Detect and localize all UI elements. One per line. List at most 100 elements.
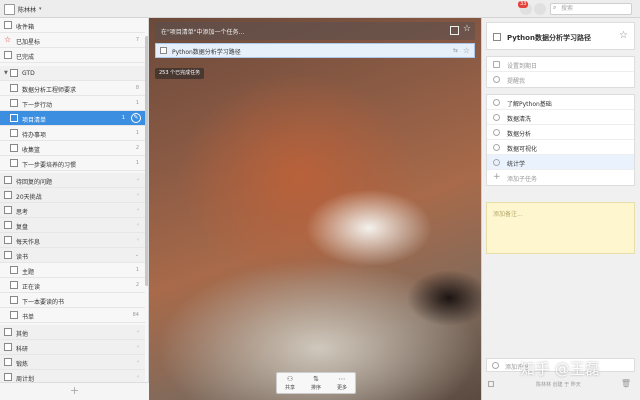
list-icon bbox=[10, 99, 18, 107]
task-row[interactable]: Python数据分析学习路径 ⇆ ☆ bbox=[155, 43, 475, 58]
list-icon bbox=[10, 311, 18, 319]
task-title: Python数据分析学习路径 bbox=[172, 49, 241, 56]
add-subtask-row[interactable]: + 添加子任务 bbox=[487, 170, 634, 185]
folder-icon bbox=[4, 373, 12, 381]
sidebar-item-label: 每天作息 bbox=[16, 239, 41, 246]
sidebar-item-label: 科研 bbox=[16, 346, 29, 353]
list-icon bbox=[10, 129, 18, 137]
sidebar-item-label: 下一本要读的书 bbox=[22, 299, 65, 306]
task-checkbox[interactable] bbox=[493, 33, 501, 41]
list-view-icon[interactable] bbox=[450, 26, 459, 35]
plus-icon: + bbox=[493, 172, 501, 182]
sidebar-item-list[interactable]: 下一步要培养的习惯 1 bbox=[0, 156, 145, 171]
sidebar-group-gtd[interactable]: ▼ GTD bbox=[0, 66, 145, 81]
sidebar-item-list[interactable]: 下一本要读的书 bbox=[0, 293, 145, 308]
list-icon bbox=[10, 266, 18, 274]
more-button[interactable]: ⋯ 更多 bbox=[329, 373, 355, 393]
sidebar-item-label: 已完成 bbox=[16, 54, 35, 61]
pencil-icon[interactable]: ✎ bbox=[131, 113, 141, 123]
inbox-icon bbox=[4, 21, 12, 29]
sidebar-item-label: 待办事项 bbox=[22, 132, 47, 139]
chevron-left-icon: ‹ bbox=[137, 222, 139, 228]
sidebar-item-label: 已加星标 bbox=[16, 39, 41, 46]
sidebar-group[interactable]: 复盘 ‹ bbox=[0, 218, 145, 233]
search-input[interactable]: 搜索 bbox=[550, 3, 632, 15]
list-icon bbox=[10, 144, 18, 152]
sidebar-group[interactable]: 待回复的问题 ‹ bbox=[0, 173, 145, 188]
subtask-checkbox[interactable] bbox=[493, 114, 500, 121]
chevron-left-icon: ‹ bbox=[137, 329, 139, 335]
list-icon bbox=[10, 84, 18, 92]
sidebar-item-label: 下一步要培养的习惯 bbox=[22, 162, 77, 169]
sort-button[interactable]: ⇅ 排序 bbox=[303, 373, 329, 393]
task-list-area: 在"项目清单"中添加一个任务... ☆ Python数据分析学习路径 ⇆ ☆ 2… bbox=[149, 18, 481, 400]
sidebar-item-starred[interactable]: ☆ 已加星标 7 bbox=[0, 33, 145, 48]
sidebar-item-inbox[interactable]: 收件箱 bbox=[0, 18, 145, 33]
subtask-icon: ⇆ bbox=[452, 47, 458, 54]
sidebar-item-label: 思考 bbox=[16, 209, 29, 216]
sidebar-group[interactable]: 其他 ‹ bbox=[0, 325, 145, 340]
sidebar-item-label: 正在读 bbox=[22, 284, 41, 291]
subtask-item[interactable]: 数据可视化 bbox=[487, 140, 634, 155]
folder-icon bbox=[4, 221, 12, 229]
subtask-checkbox[interactable] bbox=[493, 129, 500, 136]
sidebar-item-label: 其他 bbox=[16, 331, 29, 338]
folder-icon bbox=[4, 343, 12, 351]
subtask-checkbox[interactable] bbox=[493, 159, 500, 166]
sidebar-item-completed[interactable]: 已完成 bbox=[0, 48, 145, 63]
add-task-input[interactable]: 在"项目清单"中添加一个任务... ☆ bbox=[155, 22, 475, 40]
sidebar-group[interactable]: 锻炼 ‹ bbox=[0, 355, 145, 370]
sidebar-item-list[interactable]: 正在读 2 bbox=[0, 278, 145, 293]
sidebar-group[interactable]: 思考 ‹ bbox=[0, 203, 145, 218]
sidebar-group[interactable]: 20天挑战 ‹ bbox=[0, 188, 145, 203]
folder-icon bbox=[4, 251, 12, 259]
chevron-down-icon: ▾ bbox=[39, 6, 42, 12]
subtask-checkbox[interactable] bbox=[493, 144, 500, 151]
sidebar-item-label: 下一步行动 bbox=[22, 102, 53, 109]
chevron-left-icon: ‹ bbox=[137, 192, 139, 198]
note-field[interactable]: 添加备注... bbox=[486, 202, 635, 254]
subtask-item[interactable]: 统计学 bbox=[487, 155, 634, 170]
folder-icon bbox=[4, 236, 12, 244]
subtask-item[interactable]: 数据清洗 bbox=[487, 110, 634, 125]
created-by-text: 陈林林 创建 于 昨天 bbox=[536, 382, 581, 388]
star-icon: ☆ bbox=[4, 35, 12, 44]
sidebar-group[interactable]: 每天作息 ‹ bbox=[0, 233, 145, 248]
sidebar-item-list[interactable]: 主题 1 bbox=[0, 263, 145, 278]
sync-icon[interactable] bbox=[534, 3, 546, 15]
sidebar-item-list[interactable]: 收集篮 2 bbox=[0, 141, 145, 156]
list-icon bbox=[10, 159, 18, 167]
star-icon[interactable]: ☆ bbox=[463, 24, 471, 34]
sidebar-item-list[interactable]: 下一步行动 1 bbox=[0, 96, 145, 111]
close-panel-icon[interactable] bbox=[488, 381, 494, 387]
sidebar-group[interactable]: 科研 ‹ bbox=[0, 340, 145, 355]
sidebar-group-reading[interactable]: 读书 ⌄ bbox=[0, 248, 145, 263]
sidebar-item-list[interactable]: 待办事项 1 bbox=[0, 126, 145, 141]
sidebar-item-count: 84 bbox=[132, 312, 139, 318]
detail-title[interactable]: Python数据分析学习路径 bbox=[507, 33, 591, 43]
star-icon[interactable]: ☆ bbox=[619, 30, 628, 41]
sidebar-item-count: 8 bbox=[135, 85, 139, 91]
star-icon[interactable]: ☆ bbox=[463, 46, 470, 55]
sidebar-item-label: 收件箱 bbox=[16, 24, 35, 31]
sidebar-item-list[interactable]: 书单 84 bbox=[0, 308, 145, 323]
subtask-item[interactable]: 了解Python基础 bbox=[487, 95, 634, 110]
sidebar-item-list[interactable]: 数据分析工程师要求 8 bbox=[0, 81, 145, 96]
trash-icon[interactable]: 🗑 bbox=[621, 379, 631, 388]
sidebar-item-project-list[interactable]: 项目清单 1 ✎ bbox=[0, 111, 145, 126]
sidebar-item-label: 20天挑战 bbox=[16, 194, 42, 201]
reminder-row[interactable]: 提醒我 bbox=[487, 72, 634, 87]
add-list-button[interactable]: + bbox=[0, 382, 149, 400]
sidebar-item-count: 2 bbox=[135, 282, 139, 288]
sidebar-item-count: 1 bbox=[135, 160, 139, 166]
due-date-row[interactable]: 设置到期日 bbox=[487, 57, 634, 72]
list-icon bbox=[10, 281, 18, 289]
subtask-checkbox[interactable] bbox=[493, 99, 500, 106]
detail-header: Python数据分析学习路径 ☆ bbox=[486, 22, 635, 50]
user-menu[interactable]: 陈林林 ▾ bbox=[4, 3, 42, 15]
show-completed-button[interactable]: 253 个已完成任务 bbox=[155, 68, 205, 79]
subtask-item[interactable]: 数据分析 bbox=[487, 125, 634, 140]
task-detail-panel: Python数据分析学习路径 ☆ 设置到期日 提醒我 了解Python基础 数据… bbox=[481, 18, 640, 400]
share-button[interactable]: ⚇ 共享 bbox=[277, 373, 303, 393]
task-checkbox[interactable] bbox=[160, 47, 167, 54]
